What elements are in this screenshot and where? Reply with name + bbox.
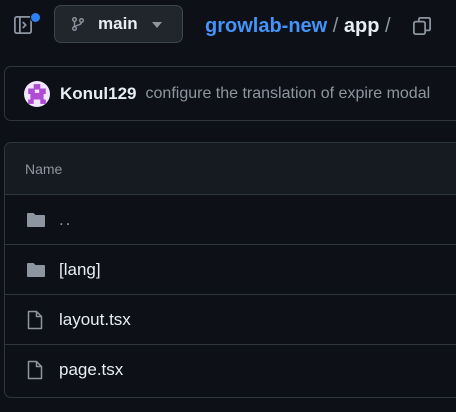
breadcrumb-repo-link[interactable]: growlab-new	[205, 15, 327, 37]
breadcrumb-current-directory: app	[343, 15, 380, 37]
latest-commit-bar: Konul129 configure the translation of ex…	[4, 66, 456, 121]
commit-message-link[interactable]: configure the translation of expire moda…	[146, 85, 431, 103]
file-name[interactable]: page.tsx	[59, 360, 123, 380]
notification-dot	[30, 12, 41, 23]
table-row-parent-directory[interactable]: ..	[5, 195, 456, 245]
table-header: Name	[5, 143, 456, 195]
branch-selector-button[interactable]: main	[54, 5, 183, 43]
identicon-icon	[28, 83, 46, 104]
folder-icon	[26, 260, 46, 280]
toolbar: main growlab-new / app /	[0, 0, 456, 52]
file-name[interactable]: [lang]	[59, 260, 101, 280]
file-icon	[26, 310, 46, 330]
table-row-file[interactable]: page.tsx	[5, 345, 456, 395]
breadcrumb-separator: /	[332, 15, 339, 37]
triangle-down-icon	[152, 22, 162, 28]
file-name[interactable]: layout.tsx	[59, 310, 131, 330]
breadcrumb: growlab-new / app /	[205, 14, 391, 38]
copy-icon[interactable]	[412, 16, 432, 36]
table-row-file[interactable]: layout.tsx	[5, 295, 456, 345]
file-browser-page: main growlab-new / app / Konul129 config…	[0, 0, 456, 412]
sidebar-toggle-button[interactable]	[8, 10, 41, 40]
file-icon	[26, 360, 46, 380]
avatar[interactable]	[24, 80, 50, 107]
column-header-name: Name	[25, 160, 63, 177]
commit-author-link[interactable]: Konul129	[60, 84, 137, 104]
table-row-directory[interactable]: [lang]	[5, 245, 456, 295]
file-name[interactable]: ..	[59, 210, 72, 230]
folder-icon	[26, 210, 46, 230]
file-table: Name .. [lang] layout.tsx page.tsx	[4, 142, 456, 398]
git-branch-icon	[72, 17, 84, 31]
branch-name: main	[98, 14, 138, 33]
breadcrumb-trailing-separator: /	[385, 15, 391, 37]
